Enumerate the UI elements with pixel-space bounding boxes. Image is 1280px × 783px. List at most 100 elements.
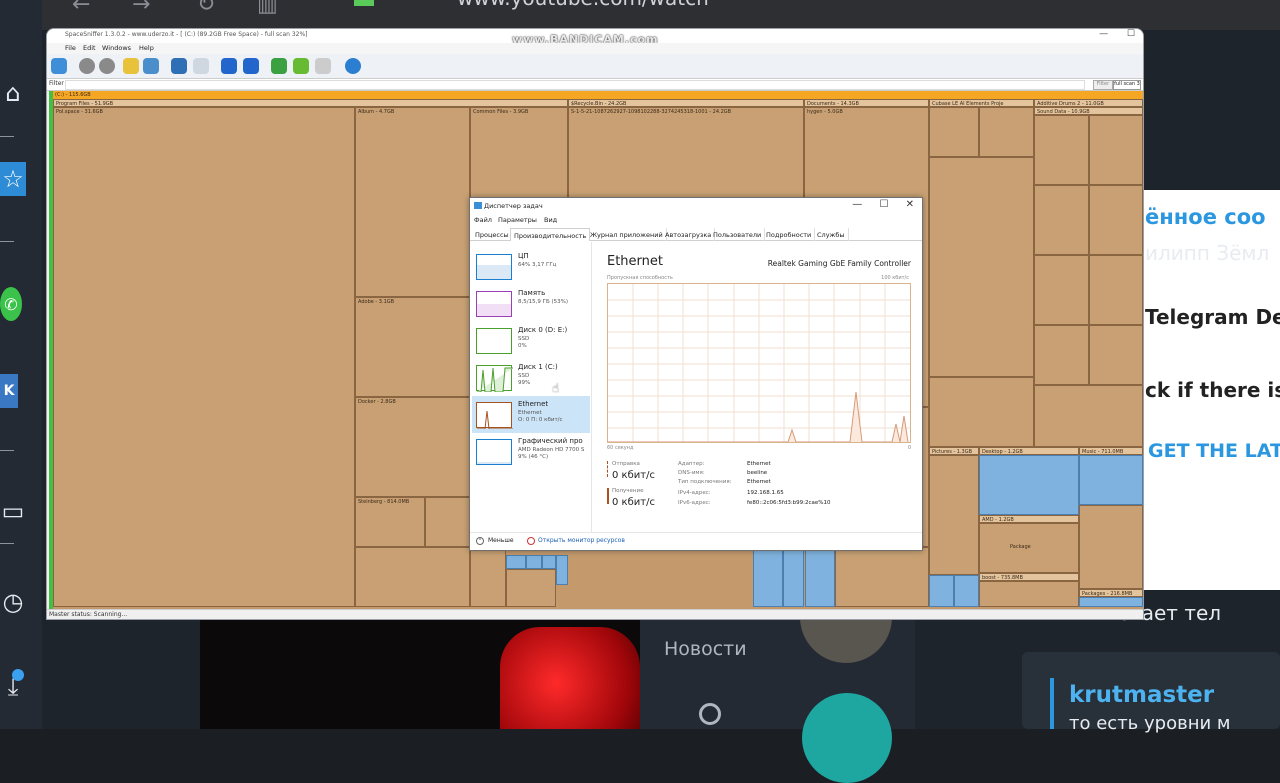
treemap-block[interactable]: boost - 735.8MB (979, 573, 1079, 581)
treemap-block[interactable] (979, 581, 1079, 607)
treemap-block[interactable]: Pictures - 1.3GB (929, 447, 979, 455)
forward-icon[interactable] (99, 58, 115, 74)
treemap-block[interactable] (979, 107, 1034, 157)
menu-view[interactable]: Вид (544, 216, 557, 224)
treemap-block[interactable] (526, 555, 542, 569)
back-icon[interactable]: ← (72, 0, 90, 17)
video-thumbnail[interactable] (200, 617, 640, 729)
treemap-block[interactable] (1034, 325, 1089, 385)
resource-ethernet[interactable]: Ethernet Ethernet О: 0 П: 0 кбит/с (472, 396, 590, 433)
clock-icon[interactable]: ◷ (0, 585, 26, 619)
tab-startup[interactable]: Автозагрузка (662, 228, 716, 241)
treemap-block[interactable]: Desktop - 1.2GB (979, 447, 1079, 455)
home-icon[interactable]: ⌂ (0, 76, 26, 110)
treemap-block[interactable] (929, 157, 1034, 377)
treemap-block[interactable] (929, 107, 979, 157)
zoom-icon[interactable] (171, 58, 187, 74)
back-icon[interactable] (79, 58, 95, 74)
treemap-block[interactable] (929, 575, 954, 607)
shield-icon[interactable] (243, 58, 259, 74)
treemap-block[interactable] (506, 569, 556, 607)
document-icon[interactable] (193, 58, 209, 74)
menu-windows[interactable]: Windows (102, 44, 131, 52)
chevron-up-icon[interactable]: ⌃ (476, 537, 484, 545)
window-controls[interactable]: — ☐ (1099, 29, 1135, 39)
treemap-block[interactable] (929, 455, 979, 575)
url-bar[interactable]: www.youtube.com/watch (457, 0, 709, 10)
shield-icon[interactable] (221, 58, 237, 74)
resource-monitor-icon[interactable] (527, 537, 535, 545)
treemap-block[interactable] (1089, 185, 1143, 255)
resource-gpu[interactable]: Графический про AMD Radeon HD 7700 S 9% … (472, 433, 590, 470)
treemap-block[interactable] (929, 377, 1034, 447)
folder-icon[interactable] (123, 58, 139, 74)
treemap-block[interactable]: Program Files - 51.9GB (53, 99, 568, 107)
treemap-block[interactable] (1034, 115, 1089, 185)
filter-input[interactable] (65, 80, 1085, 90)
home-icon[interactable] (143, 58, 159, 74)
reload-icon[interactable]: ↻ (197, 0, 215, 17)
tab-services[interactable]: Службы (814, 228, 849, 241)
filter-button[interactable]: Filter (1093, 80, 1113, 90)
treemap-block[interactable] (1089, 115, 1143, 185)
menu-edit[interactable]: Edit (83, 44, 96, 52)
treemap-block[interactable]: Common Files - 3.9GB (470, 107, 568, 207)
forward-icon[interactable]: → (132, 0, 150, 17)
treemap-block[interactable] (1079, 455, 1143, 505)
treemap-block[interactable] (805, 547, 835, 607)
treemap-block[interactable]: Adobe - 3.1GB (355, 297, 470, 397)
tabs-icon[interactable]: ▥ (257, 0, 278, 17)
treemap-block[interactable] (470, 547, 506, 607)
resource-memory[interactable]: Память 8,5/15,9 ГБ (53%) (472, 285, 590, 322)
comment-author[interactable]: krutmaster (1069, 682, 1214, 708)
avatar[interactable] (802, 693, 892, 783)
resource-disk0[interactable]: Диск 0 (D: E:) SSD 0% (472, 322, 590, 359)
fewer-details-button[interactable]: Меньше (488, 537, 514, 544)
menu-help[interactable]: Help (139, 44, 154, 52)
treemap-block[interactable] (979, 455, 1079, 515)
treemap-block[interactable] (1089, 325, 1143, 385)
vk-icon[interactable]: K (0, 374, 18, 408)
resource-monitor-link[interactable]: Открыть монитор ресурсов (538, 537, 625, 544)
new-scan-icon[interactable] (51, 58, 67, 74)
treemap-block[interactable] (506, 555, 526, 569)
message-link[interactable]: GET THE LATE (1148, 440, 1280, 462)
menu-file[interactable]: File (65, 44, 76, 52)
resource-disk1[interactable]: Диск 1 (C:) SSD 99% (472, 359, 590, 396)
menu-file[interactable]: Файл (474, 216, 492, 224)
treemap-block[interactable] (1089, 255, 1143, 325)
treemap-block[interactable] (355, 547, 470, 607)
star-icon[interactable] (293, 58, 309, 74)
resource-cpu[interactable]: ЦП 64% 3,17 ГГц (472, 248, 590, 285)
whatsapp-icon[interactable]: ✆ (0, 287, 22, 321)
tab-users[interactable]: Пользователи (710, 228, 766, 241)
treemap-root[interactable]: (C:) - 115.6GB (53, 91, 1143, 99)
treemap-block[interactable]: Album - 4.7GB (355, 107, 470, 297)
treemap-block[interactable]: $Recycle.Bin - 24.2GB (568, 99, 804, 107)
user-icon[interactable] (315, 58, 331, 74)
treemap-block[interactable]: AMD - 1.2GB (979, 515, 1079, 523)
treemap-block[interactable]: Package (979, 523, 1079, 573)
treemap-block[interactable] (542, 555, 556, 569)
treemap-block[interactable]: Documents - 14.3GB (804, 99, 929, 107)
treemap-block[interactable] (1034, 385, 1143, 447)
tab-details[interactable]: Подробности (763, 228, 816, 241)
window-titlebar[interactable]: SpaceSniffer 1.3.0.2 - www.uderzo.it - [… (47, 29, 1143, 46)
news-icon[interactable] (699, 703, 721, 725)
menu-options[interactable]: Параметры (498, 216, 537, 224)
treemap-block[interactable]: Docker - 2.8GB (355, 397, 470, 497)
treemap-block[interactable]: Additive Drums 2 - 11.0GB (1034, 99, 1143, 107)
tab-app-history[interactable]: Журнал приложений (587, 228, 667, 241)
treemap-block[interactable] (954, 575, 979, 607)
monitor-icon[interactable]: ▭ (0, 494, 26, 528)
tags-icon[interactable] (271, 58, 287, 74)
treemap-block[interactable] (753, 547, 783, 607)
info-icon[interactable] (345, 58, 361, 74)
treemap-block[interactable] (835, 547, 929, 607)
treemap-block[interactable]: Music - 711.0MB (1079, 447, 1143, 455)
tab-processes[interactable]: Процессы (472, 228, 513, 241)
treemap-block[interactable] (1079, 597, 1143, 607)
treemap-block[interactable]: Packages - 216.8MB (1079, 589, 1143, 597)
treemap-block[interactable] (783, 547, 804, 607)
window-controls[interactable]: — ☐ ✕ (852, 199, 914, 210)
